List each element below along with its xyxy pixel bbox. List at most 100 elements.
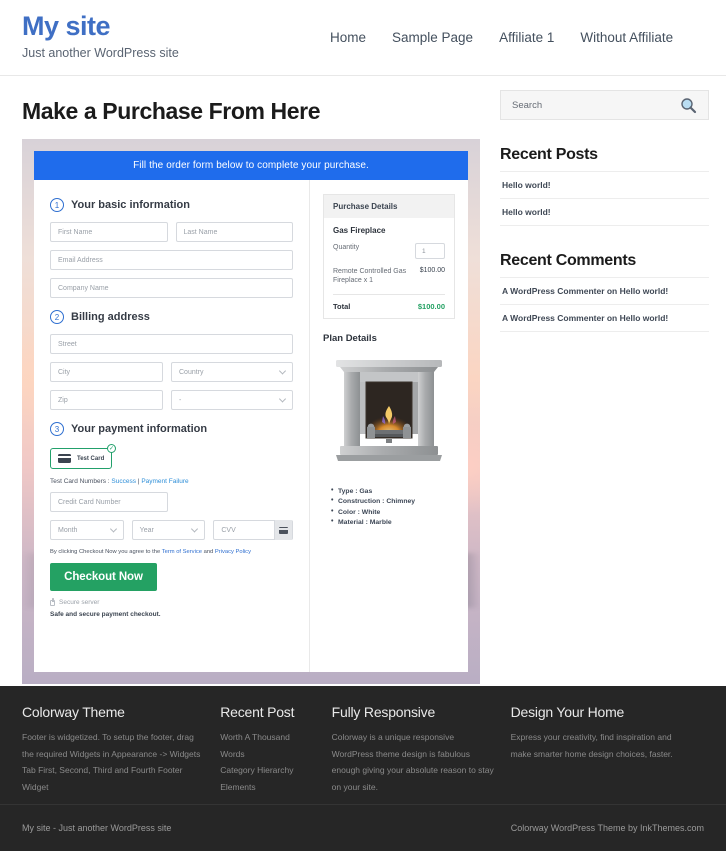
- footer-bottom-bar: My site - Just another WordPress site Co…: [0, 804, 726, 851]
- safe-checkout-note: Safe and secure payment checkout.: [50, 611, 161, 618]
- cvv-placeholder: CVV: [221, 526, 236, 534]
- footer-column-4-text: Express your creativity, find inspiratio…: [510, 732, 673, 759]
- fireplace-illustration: [336, 359, 442, 461]
- purchase-details-heading: Purchase Details: [324, 195, 454, 218]
- chevron-down-icon: [109, 525, 117, 533]
- step-2-number: 2: [50, 310, 64, 324]
- main-content: Make a Purchase From Here Fill the order…: [0, 76, 500, 686]
- test-card-success-link[interactable]: Success: [111, 478, 136, 485]
- terms-prefix: By clicking Checkout Now you agree to th…: [50, 549, 162, 555]
- credit-card-icon: [58, 454, 71, 463]
- step-1-label: Your basic information: [71, 199, 190, 211]
- quantity-input[interactable]: 1: [415, 243, 445, 259]
- check-circle-icon: ✓: [107, 444, 116, 453]
- state-select[interactable]: -: [171, 390, 293, 410]
- plan-details-title: Plan Details: [323, 332, 377, 344]
- card-back-icon: [274, 520, 293, 540]
- chevron-down-icon: [191, 525, 199, 533]
- footer-recent-post-list: Worth A Thousand Words Category Hierarch…: [220, 729, 315, 795]
- main-navigation: Home Sample Page Affiliate 1 Without Aff…: [330, 30, 673, 45]
- expiry-cvv-row: Month Year CVV: [50, 520, 294, 540]
- nav-item-home[interactable]: Home: [330, 30, 366, 45]
- nav-item-without-affiliate[interactable]: Without Affiliate: [580, 30, 673, 45]
- list-item[interactable]: A WordPress Commenter on Hello world!: [500, 277, 709, 304]
- nav-item-affiliate-1[interactable]: Affiliate 1: [499, 30, 554, 45]
- sidebar: Search Recent Posts Hello world! Hello w…: [500, 76, 726, 686]
- step-3-label: Your payment information: [71, 423, 208, 435]
- list-item[interactable]: Worth A Thousand Words: [220, 729, 315, 762]
- total-row: Total $100.00: [333, 293, 445, 311]
- footer-column-4-title: Design Your Home: [510, 704, 625, 720]
- year-select[interactable]: Year: [131, 520, 206, 540]
- cvv-input[interactable]: CVV: [213, 520, 294, 540]
- country-select-value: Country: [179, 368, 204, 376]
- quantity-row: Quantity 1: [333, 243, 445, 259]
- footer-column-2-title: Recent Post: [220, 704, 295, 720]
- list-item[interactable]: A WordPress Commenter on Hello world!: [500, 304, 709, 332]
- secure-server-note: Secure server: [50, 597, 293, 606]
- purchase-details-box: Purchase Details Gas Fireplace Quantity …: [323, 194, 455, 319]
- site-header: My site Just another WordPress site Home…: [0, 0, 726, 76]
- total-value: $100.00: [417, 301, 445, 311]
- footer-column-3-title: Fully Responsive: [331, 704, 436, 720]
- checkout-now-button[interactable]: Checkout Now: [50, 563, 157, 591]
- footer-site-credit: My site - Just another WordPress site: [22, 823, 172, 833]
- test-card-prefix: Test Card Numbers :: [50, 478, 112, 485]
- purchase-details-column: Purchase Details Gas Fireplace Quantity …: [310, 180, 468, 672]
- zip-input[interactable]: Zip: [50, 390, 163, 410]
- recent-comments-title: Recent Comments: [500, 252, 636, 269]
- step-1-header: 1 Your basic information: [50, 198, 293, 212]
- country-select[interactable]: Country: [171, 362, 293, 382]
- test-card-failure-link[interactable]: Payment Failure: [141, 478, 188, 485]
- list-item[interactable]: Hello world!: [500, 198, 709, 226]
- recent-posts-widget: Recent Posts Hello world! Hello world!: [500, 146, 709, 226]
- search-widget[interactable]: Search: [500, 90, 709, 120]
- email-input[interactable]: Email Address: [50, 250, 293, 270]
- chevron-down-icon: [278, 395, 287, 403]
- site-title[interactable]: My site: [22, 10, 322, 44]
- test-card-label: Test Card: [77, 455, 105, 462]
- terms-of-service-link[interactable]: Term of Service: [162, 549, 202, 555]
- first-name-input[interactable]: First Name: [50, 222, 168, 242]
- month-select[interactable]: Month: [50, 520, 124, 540]
- street-input[interactable]: Street: [50, 334, 293, 354]
- nav-item-sample-page[interactable]: Sample Page: [392, 30, 473, 45]
- checkout-banner: Fill the order form below to complete yo…: [34, 151, 468, 180]
- company-input[interactable]: Company Name: [50, 278, 293, 298]
- total-label: Total: [333, 301, 351, 311]
- recent-comments-list: A WordPress Commenter on Hello world! A …: [500, 277, 709, 332]
- line-item-row: Remote Controlled Gas Fireplace x 1 $100…: [333, 267, 445, 286]
- spec-item: Type : Gas: [331, 487, 455, 495]
- terms-text: By clicking Checkout Now you agree to th…: [50, 549, 293, 555]
- footer-column-1: Colorway Theme Footer is widgetized. To …: [22, 704, 220, 792]
- month-select-value: Month: [58, 526, 78, 534]
- line-item-price: $100.00: [419, 267, 445, 274]
- site-footer: Colorway Theme Footer is widgetized. To …: [0, 686, 726, 804]
- list-item[interactable]: Hello world!: [500, 171, 709, 198]
- order-form: 1 Your basic information First Name Last…: [34, 180, 310, 672]
- city-input[interactable]: City: [50, 362, 163, 382]
- checkout-frame: Fill the order form below to complete yo…: [22, 139, 480, 684]
- terms-middle: and: [202, 549, 215, 555]
- last-name-input[interactable]: Last Name: [175, 222, 293, 242]
- step-3-number: 3: [50, 422, 64, 436]
- footer-theme-credit[interactable]: Colorway WordPress Theme by InkThemes.co…: [511, 823, 704, 833]
- credit-card-number-input[interactable]: Credit Card Number: [50, 492, 168, 512]
- plan-spec-list: Type : Gas Construction : Chimney Color …: [323, 487, 455, 527]
- search-icon[interactable]: [680, 97, 697, 114]
- list-item[interactable]: Elements: [220, 779, 315, 796]
- step-1-number: 1: [50, 198, 64, 212]
- page-body: Make a Purchase From Here Fill the order…: [0, 76, 726, 686]
- recent-posts-title: Recent Posts: [500, 146, 598, 163]
- footer-column-3: Fully Responsive Colorway is a unique re…: [331, 704, 511, 792]
- footer-column-1-title: Colorway Theme: [22, 704, 125, 720]
- fireplace-image: [323, 354, 455, 474]
- spec-item: Construction : Chimney: [331, 497, 455, 505]
- test-card-tab[interactable]: Test Card ✓: [50, 444, 116, 469]
- quantity-label: Quantity: [333, 244, 360, 251]
- spec-item: Material : Marble: [331, 518, 455, 526]
- step-2-header: 2 Billing address: [50, 310, 293, 324]
- privacy-policy-link[interactable]: Privacy Policy: [215, 549, 251, 555]
- search-input[interactable]: Search: [512, 100, 542, 111]
- list-item[interactable]: Category Hierarchy: [220, 762, 315, 779]
